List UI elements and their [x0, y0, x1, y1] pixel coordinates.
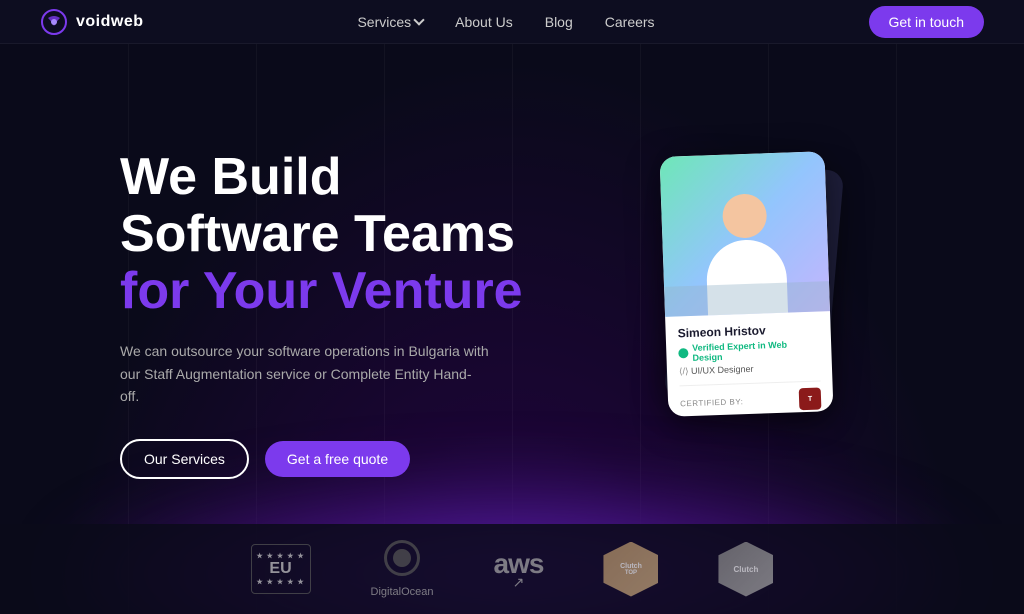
logo-eu: ★ ★ ★ ★ ★ EU ★ ★ ★ ★ ★: [251, 544, 311, 594]
logo-clutch-gold: Clutch TOP: [603, 542, 658, 597]
hero-section: We Build Software Teams for Your Venture…: [0, 0, 1024, 614]
digitalocean-icon: [384, 540, 420, 576]
person-head: [721, 193, 767, 239]
card-info: Simeon Hristov Verified Expert in Web De…: [665, 311, 833, 417]
logo-clutch-silver: Clutch: [718, 542, 773, 597]
get-quote-button[interactable]: Get a free quote: [265, 441, 410, 477]
nav-links: Services About Us Blog Careers: [357, 14, 654, 30]
clutch-gold-badge: Clutch TOP: [603, 542, 658, 597]
chevron-down-icon: [413, 14, 424, 25]
card-stack: Simeon Hristov Verified Expert in Web De…: [664, 154, 839, 434]
logo-digitalocean: DigitalOcean: [371, 540, 434, 598]
card-name: Simeon Hristov: [677, 322, 818, 341]
card-certified: CERTIFIED BY: T: [679, 380, 821, 414]
hero-title: We Build Software Teams for Your Venture: [120, 149, 523, 321]
logo-aws: aws ↗: [494, 548, 544, 591]
card-photo: [660, 151, 830, 317]
card-verified: Verified Expert in Web Design: [678, 339, 820, 364]
hero-title-accent: for Your Venture: [120, 262, 523, 320]
hero-text: We Build Software Teams for Your Venture…: [120, 149, 523, 480]
nav-careers[interactable]: Careers: [605, 14, 655, 30]
navbar: voidweb Services About Us Blog Careers G…: [0, 0, 1024, 44]
nav-services[interactable]: Services: [357, 14, 423, 30]
nav-about[interactable]: About Us: [455, 14, 513, 30]
clutch-silver-badge: Clutch: [718, 542, 773, 597]
card-role: ⟨/⟩ UI/UX Designer: [679, 361, 820, 377]
profile-card: Simeon Hristov Verified Expert in Web De…: [660, 151, 834, 417]
verified-icon: [678, 348, 688, 358]
nav-blog[interactable]: Blog: [545, 14, 573, 30]
our-services-button[interactable]: Our Services: [120, 439, 249, 479]
hero-subtitle: We can outsource your software operation…: [120, 340, 490, 407]
logo-icon: [40, 8, 68, 36]
profile-card-area: Simeon Hristov Verified Expert in Web De…: [664, 154, 864, 454]
hero-buttons: Our Services Get a free quote: [120, 439, 523, 479]
certified-label: CERTIFIED BY:: [680, 397, 744, 408]
logo-text: voidweb: [76, 13, 144, 31]
digitalocean-label: DigitalOcean: [371, 586, 434, 598]
aws-arrow-icon: ↗: [513, 574, 525, 591]
logo[interactable]: voidweb: [40, 8, 144, 36]
hero-content: We Build Software Teams for Your Venture…: [0, 44, 1024, 524]
cert-badge: T: [799, 387, 822, 410]
get-in-touch-button[interactable]: Get in touch: [869, 6, 985, 38]
card-verified-text: Verified Expert in Web Design: [692, 339, 820, 363]
logos-strip: ★ ★ ★ ★ ★ EU ★ ★ ★ ★ ★ DigitalOcean aws …: [0, 524, 1024, 614]
